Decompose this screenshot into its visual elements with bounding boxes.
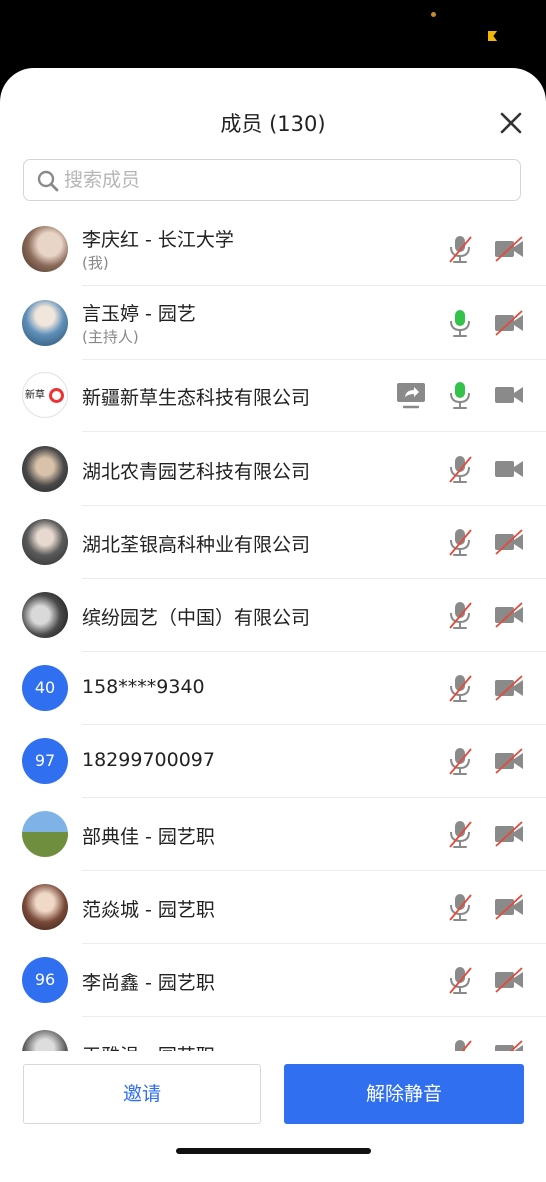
member-name: 新疆新草生态科技有限公司 [82,387,311,409]
member-name: 言玉婷 - 园艺 [82,303,196,325]
mic-muted-icon[interactable] [443,526,477,558]
mic-muted-icon[interactable] [443,818,477,850]
member-list[interactable]: 李庆红 - 长江大学 (我) 言玉婷 - 园艺 (主持人) 新草 新疆新草生态科技有限公司… [0,213,546,1051]
camera-off-icon[interactable] [492,891,526,923]
member-row[interactable]: 新草 新疆新草生态科技有限公司 [0,359,546,432]
search-box[interactable] [23,159,521,201]
footer-bar: 邀请 解除静音 [0,1051,546,1182]
status-flag-icon [488,31,497,41]
invite-button[interactable]: 邀请 [23,1064,261,1124]
mic-muted-icon[interactable] [443,891,477,923]
avatar-number: 96 [22,957,68,1003]
camera-off-icon[interactable] [492,745,526,777]
member-name: 李庆红 - 长江大学 [82,229,234,251]
camera-icon[interactable] [492,379,526,411]
mic-muted-icon[interactable] [443,745,477,777]
member-role: (主持人) [82,328,139,346]
avatar [22,300,68,346]
logo-ring-icon [49,388,64,403]
camera-indicator-dot [431,12,436,17]
member-row[interactable]: 湖北荃银高科种业有限公司 [0,506,546,579]
member-row[interactable]: 96 李尚鑫 - 园艺职 [0,944,546,1017]
camera-off-icon[interactable] [492,526,526,558]
member-row[interactable]: 范焱城 - 园艺职 [0,871,546,944]
row-divider [82,285,546,286]
mic-muted-icon[interactable] [443,599,477,631]
member-row[interactable]: 王雅涓 - 园艺职 [0,1017,546,1051]
search-input[interactable] [64,166,504,194]
member-name: 湖北农青园艺科技有限公司 [82,461,311,483]
member-name: 湖北荃银高科种业有限公司 [82,534,311,556]
mic-icon[interactable] [443,307,477,339]
mic-muted-icon[interactable] [443,672,477,704]
member-name: 范焱城 - 园艺职 [82,899,215,921]
avatar [22,519,68,565]
close-button[interactable] [496,108,526,138]
company-logo-avatar: 新草 [22,372,68,418]
avatar [22,592,68,638]
camera-off-icon[interactable] [492,307,526,339]
camera-off-icon[interactable] [492,599,526,631]
close-icon [500,112,522,134]
camera-off-icon[interactable] [492,818,526,850]
member-name: 部典佳 - 园艺职 [82,826,215,848]
screen-share-icon[interactable] [394,379,428,411]
camera-off-icon[interactable] [492,1037,526,1051]
member-row[interactable]: 缤纷园艺（中国）有限公司 [0,579,546,652]
home-indicator [176,1148,371,1154]
avatar [22,884,68,930]
member-row[interactable]: 湖北农青园艺科技有限公司 [0,433,546,506]
member-name: 158****9340 [82,676,205,698]
avatar [22,811,68,857]
member-row[interactable]: 97 18299700097 [0,725,546,798]
mic-muted-icon[interactable] [443,233,477,265]
member-name: 李尚鑫 - 园艺职 [82,972,215,994]
member-row[interactable]: 李庆红 - 长江大学 (我) [0,213,546,286]
avatar [22,226,68,272]
camera-icon[interactable] [492,453,526,485]
unmute-button[interactable]: 解除静音 [284,1064,524,1124]
logo-text: 新草 [25,390,45,401]
avatar-number: 40 [22,665,68,711]
members-sheet: 成员 (130) 李庆红 - 长江大学 (我) 言玉婷 - 园艺 (主持人) 新草 新疆新… [0,68,546,1182]
member-name: 18299700097 [82,749,215,771]
member-role: (我) [82,254,109,272]
member-row[interactable]: 40 158****9340 [0,652,546,725]
member-row[interactable]: 言玉婷 - 园艺 (主持人) [0,287,546,360]
camera-off-icon[interactable] [492,233,526,265]
member-name: 王雅涓 - 园艺职 [82,1041,215,1051]
member-row[interactable]: 部典佳 - 园艺职 [0,798,546,871]
avatar [22,1030,68,1051]
mic-muted-icon[interactable] [443,1037,477,1051]
page-title: 成员 (130) [220,112,326,136]
mic-icon[interactable] [443,379,477,411]
avatar-number: 97 [22,738,68,784]
search-icon [37,170,59,192]
mic-muted-icon[interactable] [443,453,477,485]
row-divider [82,431,546,432]
camera-off-icon[interactable] [492,964,526,996]
member-name: 缤纷园艺（中国）有限公司 [82,607,311,629]
mic-muted-icon[interactable] [443,964,477,996]
avatar [22,446,68,492]
camera-off-icon[interactable] [492,672,526,704]
